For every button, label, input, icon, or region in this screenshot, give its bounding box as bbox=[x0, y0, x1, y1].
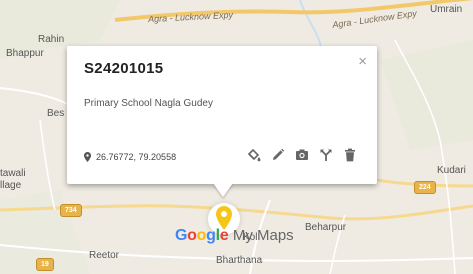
popup-pointer bbox=[213, 183, 233, 197]
place-label-bes: Bes bbox=[47, 108, 65, 119]
trash-icon[interactable] bbox=[342, 147, 357, 162]
place-label-reetor: Reetor bbox=[89, 250, 120, 261]
popup-description: Primary School Nagla Gudey bbox=[84, 98, 213, 109]
route-shield: 19 bbox=[36, 258, 54, 271]
info-popup: S24201015 × Primary School Nagla Gudey 2… bbox=[67, 46, 377, 184]
route-shield: 224 bbox=[414, 181, 436, 194]
place-label-kudari: Kudari bbox=[437, 165, 466, 176]
coordinates: 26.76772, 79.20558 bbox=[84, 152, 176, 162]
popup-title: S24201015 bbox=[84, 60, 164, 77]
place-label-bharthana: Bharthana bbox=[216, 255, 263, 266]
map-view[interactable]: Rahin Bhappur Bes tawali llage Kudari Be… bbox=[0, 0, 473, 274]
place-label-umrain: Umrain bbox=[430, 4, 463, 15]
place-label-llage: llage bbox=[0, 180, 22, 191]
coordinates-text: 26.76772, 79.20558 bbox=[96, 152, 177, 162]
pencil-icon[interactable] bbox=[270, 147, 285, 162]
popup-actions bbox=[246, 147, 357, 162]
location-pin-icon bbox=[84, 152, 91, 162]
google-my-maps-logo: Google My Maps bbox=[175, 227, 294, 244]
close-icon[interactable]: × bbox=[358, 54, 367, 69]
route-shield: 734 bbox=[60, 204, 82, 217]
route-icon[interactable] bbox=[318, 147, 333, 162]
paint-bucket-icon[interactable] bbox=[246, 147, 261, 162]
camera-icon[interactable] bbox=[294, 147, 309, 162]
place-label-rahin: Rahin bbox=[38, 34, 65, 45]
place-label-beharpur: Beharpur bbox=[305, 222, 347, 233]
place-label-bhappur: Bhappur bbox=[6, 48, 44, 59]
place-label-tawali: tawali bbox=[0, 168, 26, 179]
